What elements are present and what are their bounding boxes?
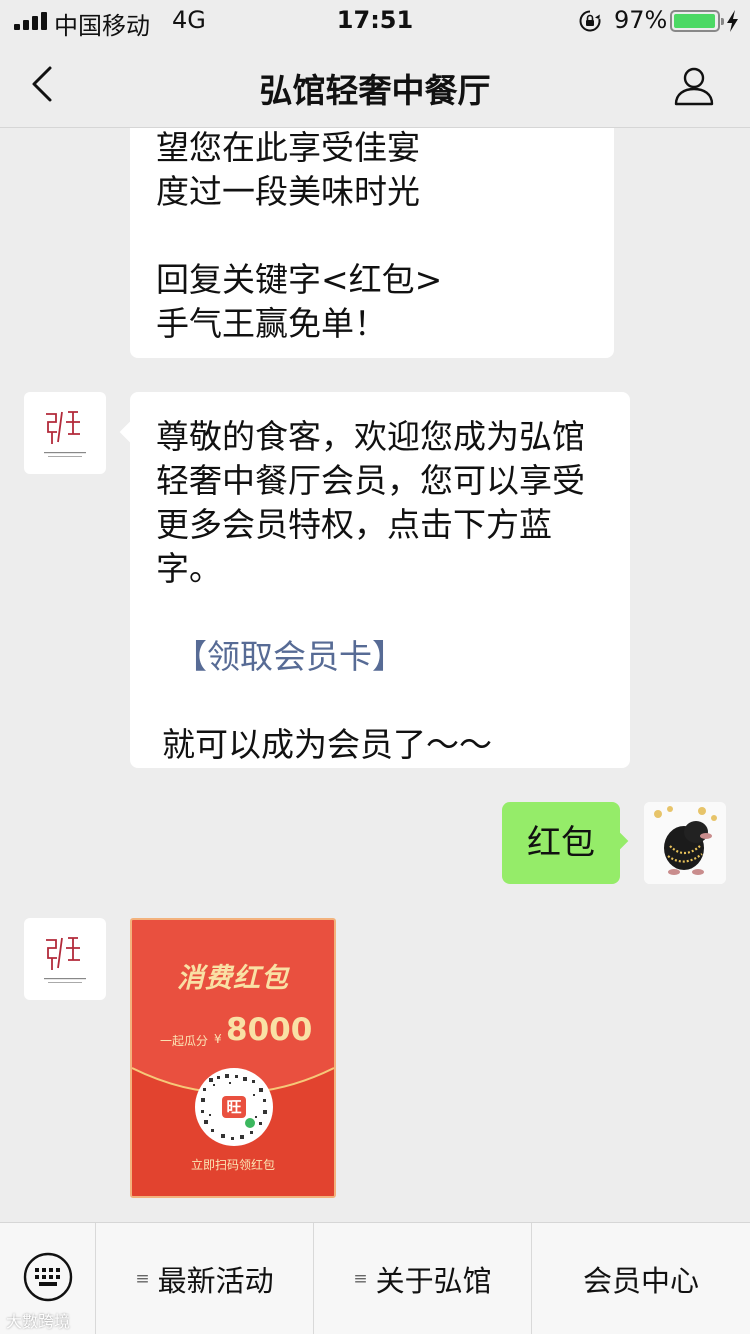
- message-bubble: 望您在此享受佳宴 度过一段美味时光 回复关键字<红包> 手气王赢免单！: [130, 128, 614, 358]
- nav-bar: 弘馆轻奢中餐厅: [0, 42, 750, 128]
- member-card-link[interactable]: 【领取会员卡】: [174, 637, 405, 676]
- currency-symbol: ¥: [214, 1032, 222, 1046]
- message-line: 望您在此享受佳宴: [156, 128, 420, 167]
- menu-item-label: 会员中心: [582, 1264, 699, 1298]
- watermark: 大數跨境: [6, 1312, 71, 1331]
- menu-item-label: 关于弘馆: [375, 1264, 492, 1298]
- message-line: 轻奢中餐厅会员，您可以享受: [156, 461, 585, 500]
- message-line: [156, 214, 588, 258]
- message-line: 更多会员特权，点击下方蓝: [156, 505, 552, 544]
- wang-badge: 旺: [222, 1096, 246, 1118]
- battery-icon: [670, 10, 724, 32]
- niffler-avatar-icon: [644, 802, 726, 884]
- message-bubble: 尊敬的食客，欢迎您成为弘馆 轻奢中餐厅会员，您可以享受 更多会员特权，点击下方蓝…: [130, 392, 630, 768]
- message-line: 字。: [156, 549, 222, 588]
- keyboard-icon: [23, 1252, 73, 1302]
- user-message-bubble: 红包: [502, 802, 620, 884]
- red-packet-card[interactable]: 消费红包 一起瓜分 ¥ 8000 旺 立即扫码领红包: [130, 918, 336, 1198]
- red-packet-footer: 立即扫码领红包: [190, 1158, 275, 1172]
- hong-logo-icon: [44, 411, 86, 457]
- red-packet-caption: 一起瓜分: [160, 1034, 209, 1048]
- restaurant-avatar[interactable]: [24, 918, 106, 1000]
- message-line: 度过一段美味时光: [156, 172, 420, 211]
- menu-item-latest-events[interactable]: ≡ 最新活动: [96, 1223, 314, 1334]
- message-line: 回复关键字<红包>: [156, 260, 443, 299]
- menu-list-icon: ≡: [135, 1269, 150, 1289]
- rotation-lock-icon: [579, 10, 601, 32]
- charging-bolt-icon: [727, 10, 738, 32]
- message-text: 红包: [527, 823, 595, 863]
- red-packet-amount: 8000: [226, 1012, 313, 1048]
- message-line: 手气王赢免单！: [156, 304, 387, 343]
- chat-area[interactable]: 望您在此享受佳宴 度过一段美味时光 回复关键字<红包> 手气王赢免单！ 尊敬的食…: [0, 128, 750, 1222]
- status-bar: 中国移动 4G 17:51 97%: [0, 0, 750, 42]
- user-avatar[interactable]: [644, 802, 726, 884]
- menu-list-icon: ≡: [353, 1269, 368, 1289]
- battery-percent: 97%: [614, 6, 668, 34]
- bottom-menu: ≡ 最新活动 ≡ 关于弘馆 会员中心: [0, 1222, 750, 1334]
- menu-item-about[interactable]: ≡ 关于弘馆: [314, 1223, 532, 1334]
- hong-logo-icon: [44, 937, 86, 983]
- profile-button[interactable]: [670, 62, 718, 110]
- menu-item-member-center[interactable]: 会员中心: [532, 1223, 750, 1334]
- page-title: 弘馆轻奢中餐厅: [259, 71, 491, 110]
- red-packet-title: 消费红包: [177, 963, 289, 994]
- message-line: 尊敬的食客，欢迎您成为弘馆: [156, 417, 585, 456]
- message-line: 就可以成为会员了～～: [162, 725, 492, 764]
- menu-item-label: 最新活动: [157, 1264, 274, 1298]
- restaurant-avatar[interactable]: [24, 392, 106, 474]
